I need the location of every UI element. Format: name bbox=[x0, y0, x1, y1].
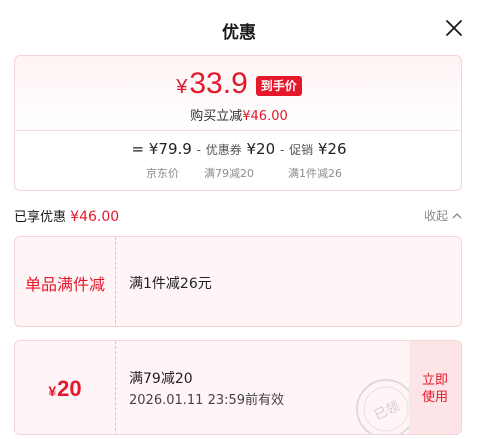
currency-symbol: ¥ bbox=[176, 76, 188, 98]
enjoyed-prefix: 已享优惠 bbox=[14, 210, 67, 225]
collapse-toggle[interactable]: 收起 bbox=[424, 207, 462, 224]
chevron-up-icon bbox=[452, 213, 462, 219]
coupon-amount-value: 20 bbox=[57, 375, 82, 401]
coupon-label: 优惠券 bbox=[205, 143, 242, 157]
promo-description: 满1件减26元 bbox=[129, 276, 212, 292]
coupon-value: ¥20 bbox=[246, 140, 276, 158]
enjoyed-amount: ¥46.00 bbox=[70, 209, 120, 225]
coupon-condition-label: 满79减20 bbox=[204, 167, 254, 180]
coupon-condition: 满79减20 bbox=[129, 371, 193, 387]
final-price-row: ¥33.9 到手价 bbox=[15, 66, 463, 105]
sheet-title: 优惠 bbox=[222, 23, 256, 43]
promo-value: ¥26 bbox=[317, 140, 347, 158]
sheet-header: 优惠 bbox=[0, 0, 478, 52]
close-icon bbox=[446, 20, 462, 36]
final-price: ¥33.9 bbox=[176, 66, 248, 105]
promo-card: 单品满件减 满1件减26元 bbox=[14, 236, 462, 327]
price-breakdown: = ¥79.9 - 优惠券 ¥20 - 促销 ¥26 bbox=[15, 140, 463, 158]
promo-label: 促销 bbox=[289, 143, 314, 157]
coupon-card: ¥20 满79减20 2026.01.11 23:59前有效 已领 立即使用 bbox=[14, 340, 462, 435]
promo-type: 单品满件减 bbox=[24, 274, 105, 294]
minus-sign: - bbox=[279, 143, 285, 157]
price-summary-card: ¥33.9 到手价 购买立减¥46.00 = ¥79.9 - 优惠券 ¥20 -… bbox=[14, 55, 462, 191]
promo-type-section: 单品满件减 bbox=[15, 237, 116, 326]
summary-divider bbox=[15, 130, 461, 131]
coupon-validity: 2026.01.11 23:59前有效 bbox=[129, 393, 285, 408]
final-price-tag: 到手价 bbox=[255, 75, 302, 96]
coupon-currency: ¥ bbox=[48, 382, 57, 399]
coupon-amount: ¥20 bbox=[48, 376, 81, 402]
claimed-stamp-text: 已领 bbox=[372, 399, 402, 424]
collapse-label: 收起 bbox=[423, 209, 448, 223]
use-now-label: 立即使用 bbox=[421, 372, 448, 405]
base-price-label: 京东价 bbox=[146, 167, 179, 180]
base-price: ¥79.9 bbox=[148, 140, 192, 158]
close-button[interactable] bbox=[444, 18, 464, 38]
use-now-button[interactable]: 立即使用 bbox=[409, 341, 461, 434]
save-amount: ¥46.00 bbox=[242, 109, 288, 124]
instant-save-line: 购买立减¥46.00 bbox=[15, 105, 463, 124]
discount-sheet: 优惠 ¥33.9 到手价 购买立减¥46.00 = ¥79.9 - 优惠券 ¥2… bbox=[0, 0, 478, 439]
coupon-amount-section: ¥20 bbox=[15, 341, 116, 434]
enjoyed-discount: 已享优惠 ¥46.00 bbox=[14, 206, 119, 225]
minus-sign: - bbox=[196, 143, 201, 157]
equals-sign: = bbox=[131, 140, 145, 158]
promo-condition-label: 满1件减26 bbox=[288, 167, 342, 180]
final-price-value: 33.9 bbox=[189, 67, 248, 100]
save-prefix: 购买立减 bbox=[190, 109, 243, 124]
